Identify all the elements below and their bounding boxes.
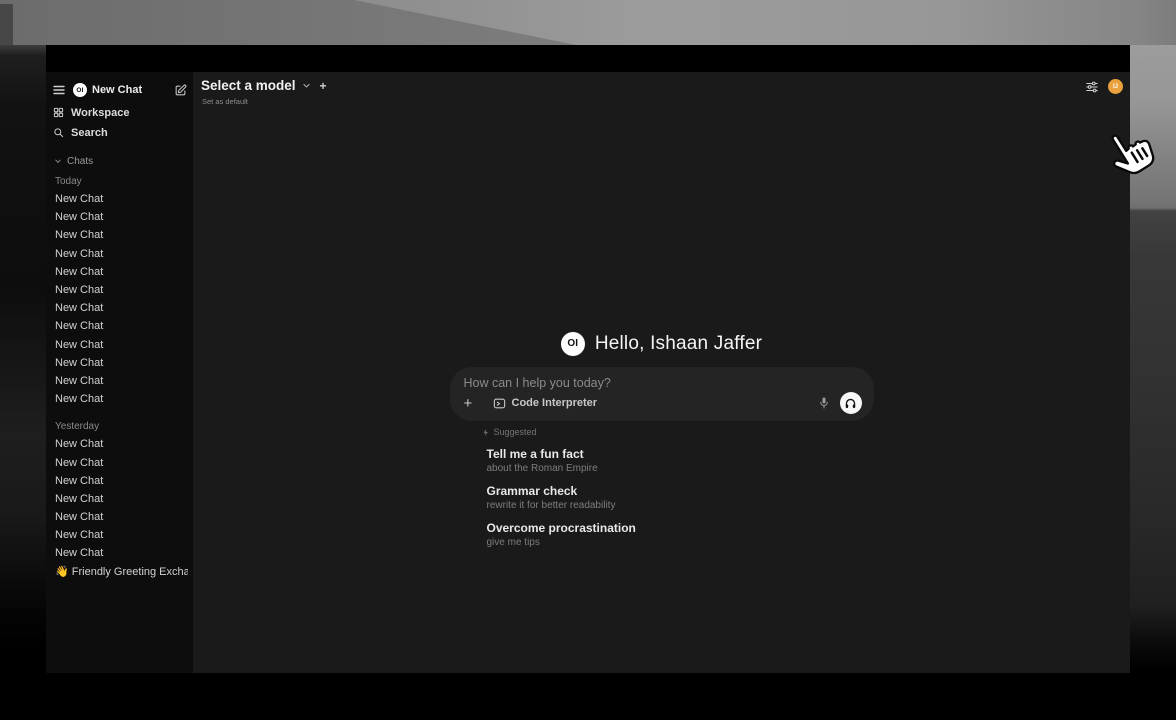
group-label-yesterday: Yesterday [55, 421, 188, 432]
chat-list-item[interactable]: New Chat [53, 317, 188, 335]
group-label-today: Today [55, 176, 188, 187]
chats-label: Chats [67, 156, 93, 167]
suggested-label: Suggested [494, 427, 537, 437]
chat-input[interactable] [464, 376, 862, 390]
chevron-down-icon [302, 81, 311, 90]
chat-list-item[interactable]: New Chat [53, 263, 188, 281]
backdrop-bottom [0, 673, 1176, 720]
search-icon [53, 127, 64, 138]
suggested-prompts: Tell me a fun fact about the Roman Empir… [487, 447, 874, 549]
chat-list-item[interactable]: New Chat [53, 354, 188, 372]
backdrop-edge [0, 4, 13, 45]
suggested-section: Suggested Tell me a fun fact about the R… [450, 426, 874, 549]
chat-list-item[interactable]: 👋 Friendly Greeting Exchange [53, 563, 188, 581]
headphones-icon [844, 397, 857, 410]
prompt-subtitle: give me tips [487, 537, 874, 549]
set-as-default-link[interactable]: Set as default [202, 97, 248, 106]
controls-sliders-icon[interactable] [1085, 80, 1099, 94]
chat-list-item[interactable]: New Chat [53, 299, 188, 317]
sidebar-item-workspace[interactable]: Workspace [53, 103, 188, 122]
chat-list-item[interactable]: New Chat [53, 372, 188, 390]
bolt-icon [482, 428, 490, 437]
main-panel: Select a model + Set as default [193, 72, 1130, 673]
app-logo: OI [73, 83, 87, 97]
chat-list-item[interactable]: New Chat [53, 544, 188, 562]
sidebar-toggle-icon[interactable] [53, 85, 65, 95]
new-chat-icon[interactable] [174, 84, 187, 97]
welcome-area: OI Hello, Ishaan Jaffer + [450, 330, 874, 549]
chat-list-item[interactable]: New Chat [53, 390, 188, 408]
chat-list-item[interactable]: New Chat [53, 526, 188, 544]
chat-input-box[interactable]: + Code Interpreter [450, 367, 874, 421]
search-label: Search [71, 127, 108, 139]
microphone-icon[interactable] [818, 396, 830, 410]
chat-list-yesterday: New ChatNew ChatNew ChatNew ChatNew Chat… [53, 435, 188, 581]
workspace-label: Workspace [71, 107, 130, 119]
hand-pointer-cursor [1100, 127, 1158, 187]
user-avatar[interactable]: IJ [1108, 79, 1123, 94]
prompt-title: Tell me a fun fact [487, 447, 874, 461]
chat-list-item[interactable]: New Chat [53, 472, 188, 490]
app-logo: OI [561, 332, 585, 356]
suggested-prompt[interactable]: Grammar check rewrite it for better read… [487, 484, 874, 512]
terminal-icon [493, 397, 506, 410]
chat-list-item[interactable]: New Chat [53, 490, 188, 508]
prompt-title: Overcome procrastination [487, 521, 874, 535]
prompt-subtitle: rewrite it for better readability [487, 500, 874, 512]
voice-call-button[interactable] [840, 392, 862, 414]
chat-list-item[interactable]: New Chat [53, 281, 188, 299]
code-interpreter-toggle[interactable]: Code Interpreter [493, 397, 598, 410]
chevron-down-icon [54, 157, 62, 165]
app-window: OI New Chat [46, 45, 1130, 673]
model-selector[interactable]: Select a model + [201, 78, 327, 93]
greeting-text: Hello, Ishaan Jaffer [595, 333, 762, 355]
chat-list-item[interactable]: New Chat [53, 245, 188, 263]
workspace-grid-icon [53, 107, 64, 118]
prompt-subtitle: about the Roman Empire [487, 463, 874, 475]
chat-list-item[interactable]: New Chat [53, 190, 188, 208]
chat-list-item[interactable]: New Chat [53, 508, 188, 526]
sidebar: OI New Chat [46, 72, 193, 673]
screenshot-stage: OI New Chat [0, 0, 1176, 720]
add-model-button[interactable]: + [320, 79, 327, 93]
chat-list-item[interactable]: New Chat [53, 435, 188, 453]
model-selector-label: Select a model [201, 78, 296, 93]
chat-list-item[interactable]: New Chat [53, 453, 188, 471]
prompt-title: Grammar check [487, 484, 874, 498]
chat-list-item[interactable]: New Chat [53, 208, 188, 226]
chat-list-item[interactable]: New Chat [53, 336, 188, 354]
suggested-prompt[interactable]: Tell me a fun fact about the Roman Empir… [487, 447, 874, 475]
sidebar-item-search[interactable]: Search [53, 123, 188, 142]
chat-list-today: New ChatNew ChatNew ChatNew ChatNew Chat… [53, 190, 188, 408]
chats-section-header[interactable]: Chats [54, 155, 188, 167]
backdrop-left [0, 45, 46, 720]
attach-plus-button[interactable]: + [464, 395, 480, 412]
app-top-black-bar [46, 45, 1130, 72]
code-interpreter-label: Code Interpreter [512, 397, 598, 409]
suggested-prompt[interactable]: Overcome procrastination give me tips [487, 521, 874, 549]
chat-list-item[interactable]: New Chat [53, 226, 188, 244]
sidebar-title: New Chat [92, 84, 142, 96]
